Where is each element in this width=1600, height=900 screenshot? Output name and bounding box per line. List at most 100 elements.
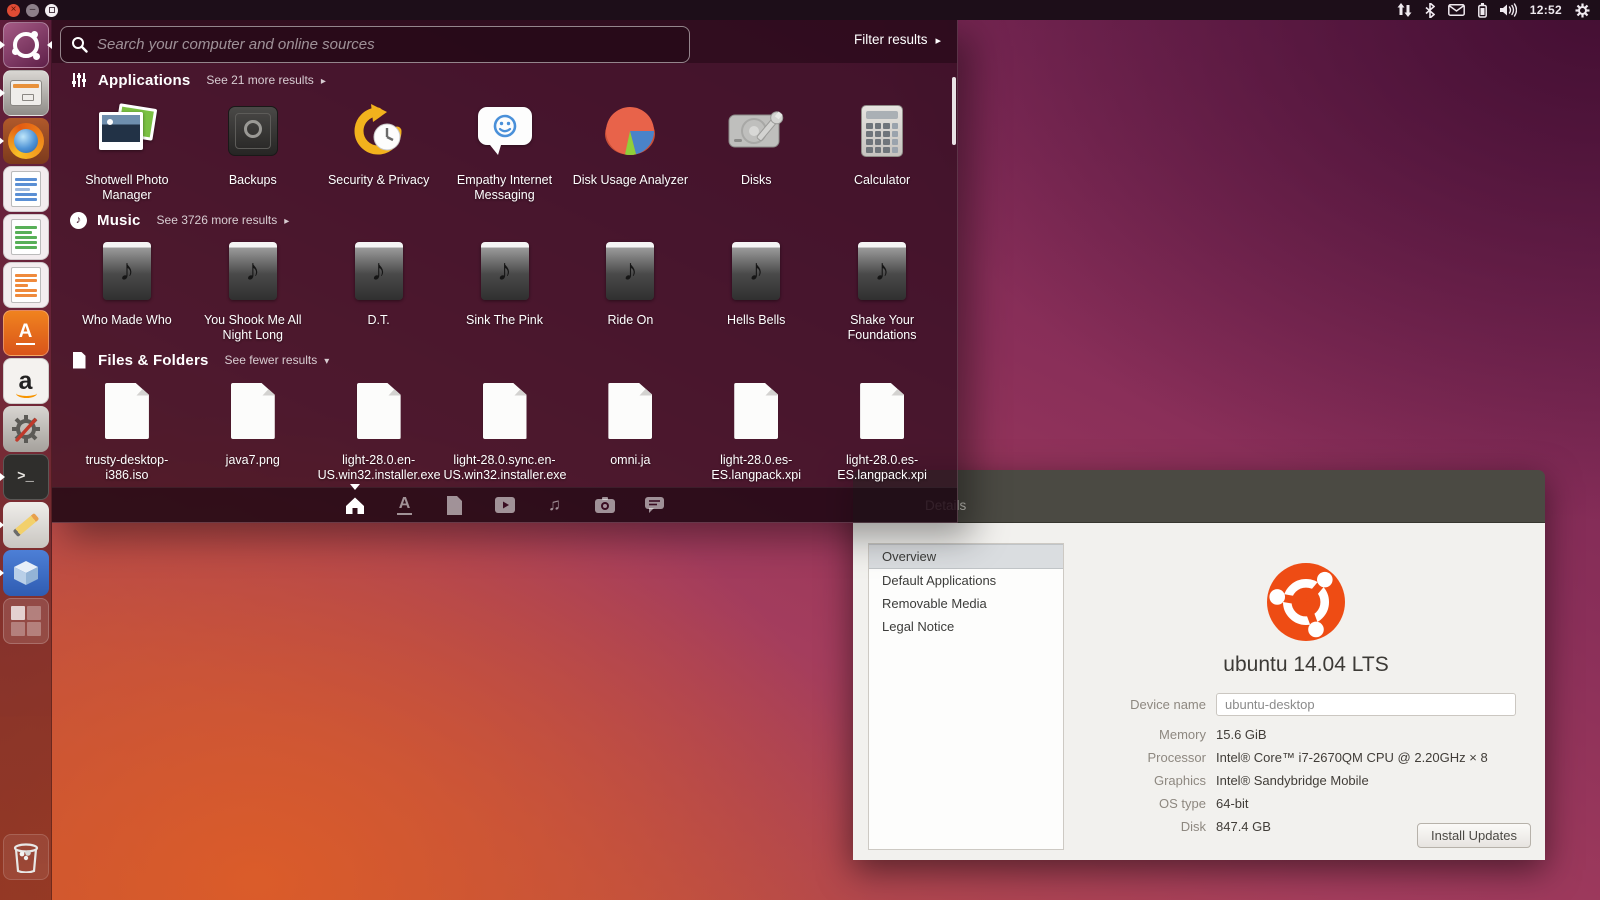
result-tile-backups[interactable]: Backups [190,98,316,204]
result-tile-file[interactable]: light-28.0.es-ES.langpack.xpi [819,378,945,484]
lens-applications[interactable]: A [393,493,417,517]
graphics-label: Graphics [1081,771,1206,790]
music-lens-icon: ♫ [548,495,561,515]
files-section-icon [70,351,88,369]
launcher-item-trash[interactable] [3,834,49,880]
text-editor-icon [3,502,49,548]
sidebar-item-default-applications[interactable]: Default Applications [869,569,1063,592]
clock[interactable]: 12:52 [1530,3,1562,17]
audio-file-icon: ♪ [103,242,151,300]
result-tile-song[interactable]: ♪ You Shook Me All Night Long [190,238,316,344]
result-tile-disk-usage-analyzer[interactable]: Disk Usage Analyzer [567,98,693,204]
result-tile-song[interactable]: ♪ Hells Bells [693,238,819,344]
disks-icon [727,107,785,155]
audio-file-icon: ♪ [481,242,529,300]
result-tile-file[interactable]: omni.ja [567,378,693,484]
filter-results-button[interactable]: Filter results▸ [854,32,941,47]
lens-music[interactable]: ♫ [543,493,567,517]
overview-pane: ubuntu 14.04 LTS Device name Memory 15.6… [1081,523,1531,860]
maximize-button[interactable] [45,4,58,17]
workspace-switcher-icon [4,599,48,643]
launcher-item-terminal[interactable]: >_ [3,454,49,500]
result-tile-file[interactable]: light-28.0.es-ES.langpack.xpi [693,378,819,484]
applications-lens-icon: A [397,496,413,515]
lens-files[interactable] [443,493,467,517]
document-icon [231,383,275,439]
result-tile-shotwell[interactable]: Shotwell Photo Manager [64,98,190,204]
minimize-button[interactable]: – [26,4,39,17]
lens-home[interactable] [343,493,367,517]
processor-value: Intel® Core™ i7-2670QM CPU @ 2.20GHz × 8 [1216,748,1488,767]
launcher-item-virtualbox[interactable] [3,550,49,596]
empathy-icon [478,107,532,155]
result-tile-song[interactable]: ♪ Who Made Who [64,238,190,344]
result-tile-file[interactable]: java7.png [190,378,316,484]
lens-photos[interactable] [593,493,617,517]
files-see-fewer-link[interactable]: See fewer results▾ [225,353,330,367]
files-lens-icon [447,496,462,515]
launcher-item-libreoffice-writer[interactable] [3,166,49,212]
install-updates-button[interactable]: Install Updates [1417,823,1531,848]
sidebar-item-overview[interactable]: Overview [869,544,1063,569]
device-name-input[interactable] [1216,693,1516,716]
result-label: Backups [229,173,277,188]
device-name-row: Device name [1081,693,1531,716]
firefox-icon [3,118,49,164]
launcher-item-text-editor[interactable] [3,502,49,548]
dash-search-row: Filter results▸ [52,20,957,63]
result-label: Who Made Who [82,313,172,328]
indicator-area: 12:52 [1397,3,1590,18]
os-type-label: OS type [1081,794,1206,813]
mail-indicator[interactable] [1448,4,1465,16]
result-tile-song[interactable]: ♪ Ride On [567,238,693,344]
launcher-item-libreoffice-calc[interactable] [3,214,49,260]
session-gear-icon[interactable] [1575,3,1590,18]
launcher-item-amazon[interactable]: a [3,358,49,404]
lens-social[interactable] [643,493,667,517]
result-tile-disks[interactable]: Disks [693,98,819,204]
launcher-item-firefox[interactable] [3,118,49,164]
search-icon [71,36,88,53]
launcher-item-ubuntu-software-center[interactable]: A [3,310,49,356]
lens-video[interactable] [493,493,517,517]
result-tile-song[interactable]: ♪ Shake Your Foundations [819,238,945,344]
terminal-icon: >_ [4,455,48,499]
result-label: Security & Privacy [328,173,429,188]
volume-indicator[interactable] [1500,3,1517,17]
graphics-value: Intel® Sandybridge Mobile [1216,771,1369,790]
launcher-item-files[interactable] [3,70,49,116]
result-tile-file[interactable]: light-28.0.en-US.win32.installer.exe [316,378,442,484]
result-tile-file[interactable]: trusty-desktop-i386.iso [64,378,190,484]
active-lens-pointer-icon [350,484,360,490]
bluetooth-indicator[interactable] [1425,3,1435,18]
launcher: A a >_ [0,20,52,900]
calculator-icon [861,105,903,157]
document-icon [105,383,149,439]
launcher-item-workspace-switcher[interactable] [3,598,49,644]
launcher-item-ubuntu-dash[interactable] [3,22,49,68]
sidebar-item-legal-notice[interactable]: Legal Notice [869,615,1063,638]
network-indicator[interactable] [1397,3,1412,17]
launcher-item-libreoffice-impress[interactable] [3,262,49,308]
music-see-more-link[interactable]: See 3726 more results▸ [157,213,290,227]
search-input[interactable] [97,36,679,53]
launcher-item-system-settings[interactable] [3,406,49,452]
result-tile-file[interactable]: light-28.0.sync.en-US.win32.installer.ex… [442,378,568,484]
amazon-icon: a [4,359,48,403]
result-tile-song[interactable]: ♪ Sink The Pink [442,238,568,344]
result-tile-calculator[interactable]: Calculator [819,98,945,204]
info-row-graphics: Graphics Intel® Sandybridge Mobile [1081,771,1531,790]
result-tile-empathy[interactable]: Empathy Internet Messaging [442,98,568,204]
result-tile-security-privacy[interactable]: Security & Privacy [316,98,442,204]
libreoffice-writer-icon [4,167,48,211]
sidebar-item-removable-media[interactable]: Removable Media [869,592,1063,615]
applications-section-icon [70,71,88,89]
applications-see-more-link[interactable]: See 21 more results▸ [206,73,325,87]
close-button[interactable]: × [7,4,20,17]
result-label: Calculator [854,173,910,188]
result-tile-song[interactable]: ♪ D.T. [316,238,442,344]
battery-indicator[interactable] [1478,3,1487,18]
dash-scrollbar[interactable] [952,77,956,145]
dash-search-bar[interactable] [60,26,690,63]
result-label: light-28.0.es-ES.langpack.xpi [821,453,943,484]
